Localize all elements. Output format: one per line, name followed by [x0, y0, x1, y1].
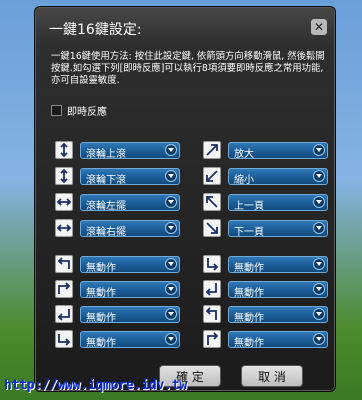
chevron-down-icon[interactable] — [165, 333, 177, 345]
turn-down-left-icon — [203, 305, 221, 323]
arrow-up-down-icon — [55, 141, 73, 159]
chevron-down-icon[interactable] — [313, 170, 325, 182]
chevron-down-icon[interactable] — [313, 222, 325, 234]
chevron-down-icon[interactable] — [313, 258, 325, 270]
turn-left-down-icon — [55, 305, 73, 323]
arrow-down-right-icon — [203, 219, 221, 237]
dialog-title: 一鍵16鍵設定: — [49, 22, 142, 38]
chevron-down-icon[interactable] — [165, 258, 177, 270]
gesture-select-16[interactable]: 無動作 — [228, 331, 328, 349]
arrow-up-right-icon — [203, 141, 221, 159]
gesture-select-8[interactable]: 無動作 — [80, 331, 180, 349]
gesture-select-7[interactable]: 無動作 — [80, 306, 180, 324]
gesture-select-15[interactable]: 無動作 — [228, 306, 328, 324]
gesture-select-13[interactable]: 無動作 — [228, 256, 328, 274]
gesture-select-14[interactable]: 無動作 — [228, 281, 328, 299]
chevron-down-icon[interactable] — [165, 144, 177, 156]
gesture-up-select[interactable]: 滾輪上滾 — [80, 142, 180, 160]
turn-left-up-icon — [55, 255, 73, 273]
gesture-down-left-select[interactable]: 縮小 — [228, 168, 328, 186]
gesture-select-6[interactable]: 無動作 — [80, 281, 180, 299]
gesture-right-select[interactable]: 滾輪右擺 — [80, 220, 180, 238]
chevron-down-icon[interactable] — [165, 283, 177, 295]
settings-dialog: 一鍵16鍵設定: ✕ 一鍵16鍵使用方法: 按住此設定鍵, 依箭頭方向移動滑鼠,… — [34, 6, 336, 392]
gesture-select-5[interactable]: 無動作 — [80, 256, 180, 274]
instant-response-checkbox[interactable] — [51, 105, 62, 116]
turn-right-up-icon — [55, 280, 73, 298]
cancel-button[interactable]: 取 消 — [241, 365, 303, 387]
chevron-down-icon[interactable] — [165, 222, 177, 234]
gesture-up-left-select[interactable]: 上一頁 — [228, 194, 328, 212]
watermark-url: http://www.iqmore.idv.tw — [4, 378, 188, 393]
turn-right-down-icon — [55, 330, 73, 348]
gesture-down-right-select[interactable]: 下一頁 — [228, 220, 328, 238]
instant-response-label: 即時反應 — [67, 107, 107, 118]
chevron-down-icon[interactable] — [165, 196, 177, 208]
turn-down-right-icon — [203, 330, 221, 348]
gesture-left-select[interactable]: 滾輪左擺 — [80, 194, 180, 212]
arrow-left-right-icon — [55, 193, 73, 211]
gesture-up-right-select[interactable]: 放大 — [228, 142, 328, 160]
chevron-down-icon[interactable] — [313, 333, 325, 345]
chevron-down-icon[interactable] — [165, 170, 177, 182]
turn-up-right-icon — [203, 255, 221, 273]
instructions-text: 一鍵16鍵使用方法: 按住此設定鍵, 依箭頭方向移動滑鼠, 然後鬆開按鍵.如勾選… — [51, 51, 325, 86]
chevron-down-icon[interactable] — [165, 308, 177, 320]
chevron-down-icon[interactable] — [313, 144, 325, 156]
instant-response-option[interactable]: 即時反應 — [51, 103, 107, 118]
close-icon[interactable]: ✕ — [311, 19, 327, 35]
arrow-up-left-icon — [203, 193, 221, 211]
arrow-left-right-icon — [55, 219, 73, 237]
chevron-down-icon[interactable] — [313, 283, 325, 295]
chevron-down-icon[interactable] — [313, 196, 325, 208]
turn-up-left-icon — [203, 280, 221, 298]
chevron-down-icon[interactable] — [313, 308, 325, 320]
arrow-down-left-icon — [203, 167, 221, 185]
arrow-up-down-icon — [55, 167, 73, 185]
gesture-down-select[interactable]: 滾輪下滾 — [80, 168, 180, 186]
